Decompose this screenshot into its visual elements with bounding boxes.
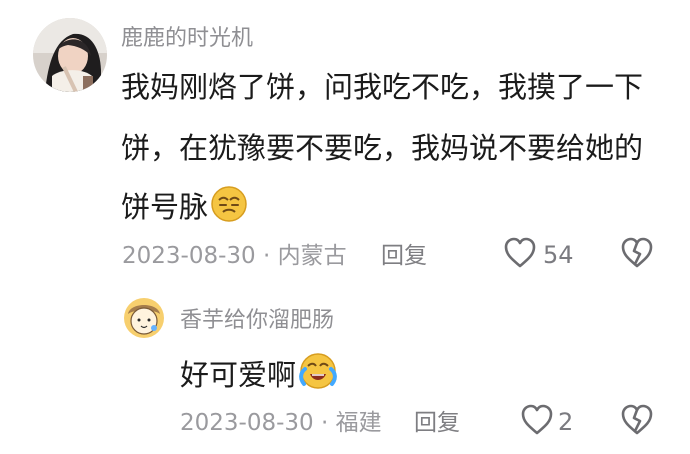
comment-text-line-1: 我妈刚烙了饼，问我吃不吃，我摸了一下 (121, 70, 644, 104)
comment-text-line-3: 饼号脉 (121, 185, 248, 235)
avatar-cartoon (123, 297, 165, 339)
crying-laughing-face-emoji (298, 351, 338, 403)
smirk-face-emoji (210, 185, 248, 235)
heart-outline-icon[interactable] (503, 237, 537, 273)
reply-meta: 2023-08-30 · 福建 (180, 410, 382, 436)
username[interactable]: 鹿鹿的时光机 (121, 25, 253, 53)
comment-text-line-3-text: 饼号脉 (121, 190, 209, 224)
like-count: 54 (543, 241, 574, 269)
avatar[interactable] (33, 18, 107, 92)
comment-meta: 2023-08-30 · 内蒙古 (122, 243, 347, 269)
reply-text-content: 好可爱啊 (180, 358, 297, 392)
comment-text-line-2: 饼，在犹豫要不要吃，我妈说不要给她的 (121, 131, 644, 165)
reply-button[interactable]: 回复 (381, 241, 427, 271)
avatar-photo (33, 18, 107, 92)
heart-outline-icon[interactable] (520, 404, 554, 440)
reply-text: 好可爱啊 (180, 351, 338, 403)
reply-button[interactable]: 回复 (414, 408, 460, 438)
avatar[interactable] (123, 297, 165, 339)
broken-heart-icon[interactable] (620, 237, 654, 273)
like-count: 2 (558, 408, 574, 436)
username[interactable]: 香芋给你溜肥肠 (180, 307, 334, 335)
broken-heart-icon[interactable] (620, 404, 654, 440)
